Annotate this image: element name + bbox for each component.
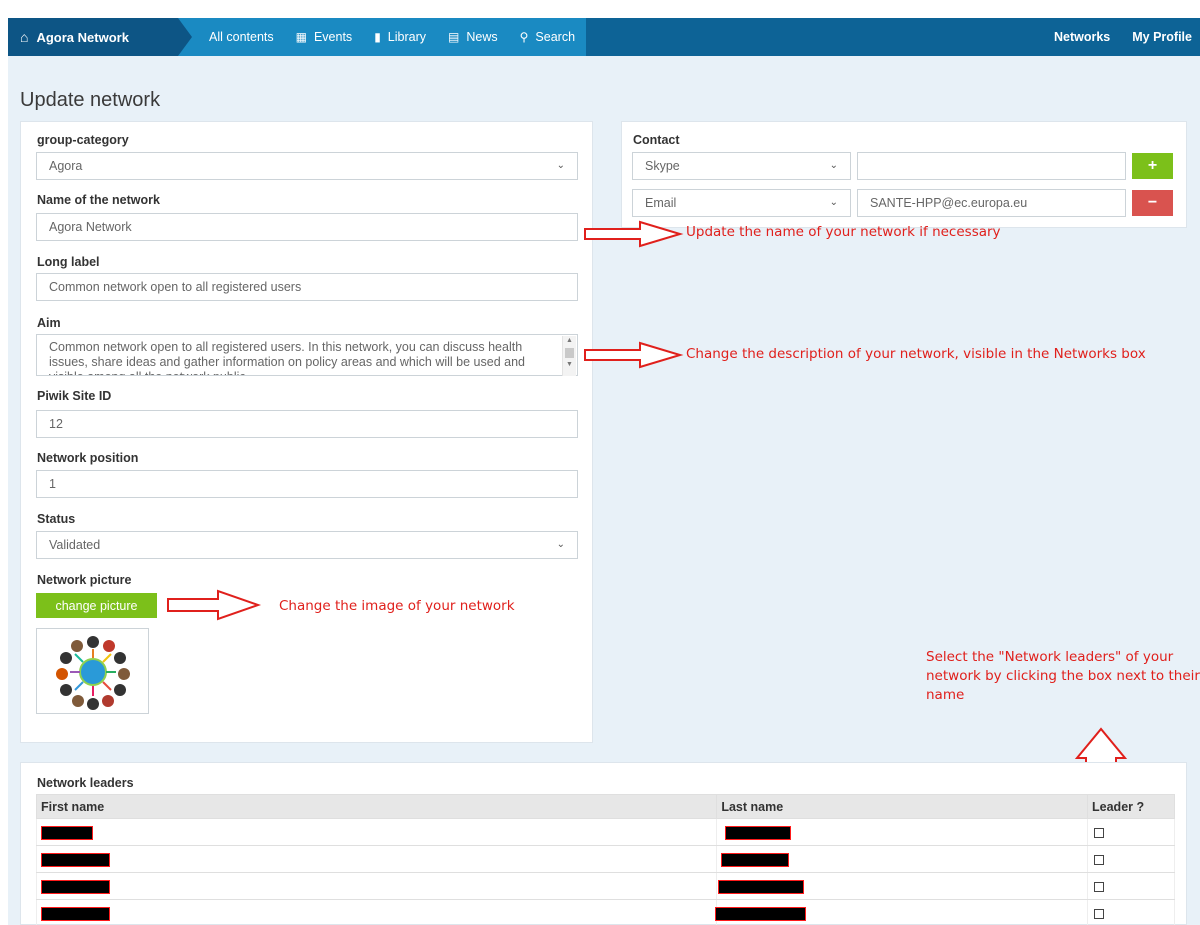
column-first-name[interactable]: First name [35, 794, 718, 819]
arrow-right-icon [584, 220, 684, 248]
redacted-block [725, 825, 792, 840]
redacted-block [721, 852, 790, 867]
last-name-cell [716, 818, 1089, 846]
arrow-right-icon [167, 589, 262, 621]
annotation-leaders: Select the "Network leaders" of your net… [926, 649, 1200, 703]
leader-cell [1087, 818, 1175, 846]
leaders-table: First name Last name Leader ? [35, 794, 1175, 925]
annotation-aim: Change the description of your network, … [686, 346, 1146, 362]
redacted-block [41, 852, 110, 867]
annotation-picture: Change the image of your network [279, 598, 515, 614]
leader-checkbox[interactable] [1094, 882, 1105, 893]
redacted-block [41, 825, 93, 840]
column-leader[interactable]: Leader ? [1087, 794, 1175, 819]
last-name-cell [715, 899, 1089, 925]
redacted-block [41, 906, 110, 921]
last-name-cell [716, 845, 1089, 873]
leader-checkbox[interactable] [1094, 828, 1105, 839]
redacted-block [718, 879, 805, 894]
table-row [35, 872, 1175, 900]
annotation-name: Update the name of your network if neces… [686, 224, 1001, 240]
arrow-right-icon [584, 341, 684, 369]
last-name-cell [716, 872, 1089, 900]
first-name-cell [35, 818, 718, 846]
redacted-block [715, 906, 807, 921]
first-name-cell [35, 845, 718, 873]
leader-cell [1087, 845, 1175, 873]
first-name-cell [35, 899, 718, 925]
leader-checkbox[interactable] [1094, 855, 1105, 866]
leader-cell [1087, 872, 1175, 900]
leader-checkbox[interactable] [1094, 909, 1105, 920]
first-name-cell [35, 872, 718, 900]
table-row [35, 818, 1175, 846]
leader-cell [1087, 899, 1175, 925]
table-header-row: First name Last name Leader ? [35, 794, 1175, 819]
table-row [35, 845, 1175, 873]
redacted-block [41, 879, 110, 894]
network-leaders-title: Network leaders [37, 776, 134, 790]
column-last-name[interactable]: Last name [716, 794, 1089, 819]
table-row [35, 899, 1175, 925]
